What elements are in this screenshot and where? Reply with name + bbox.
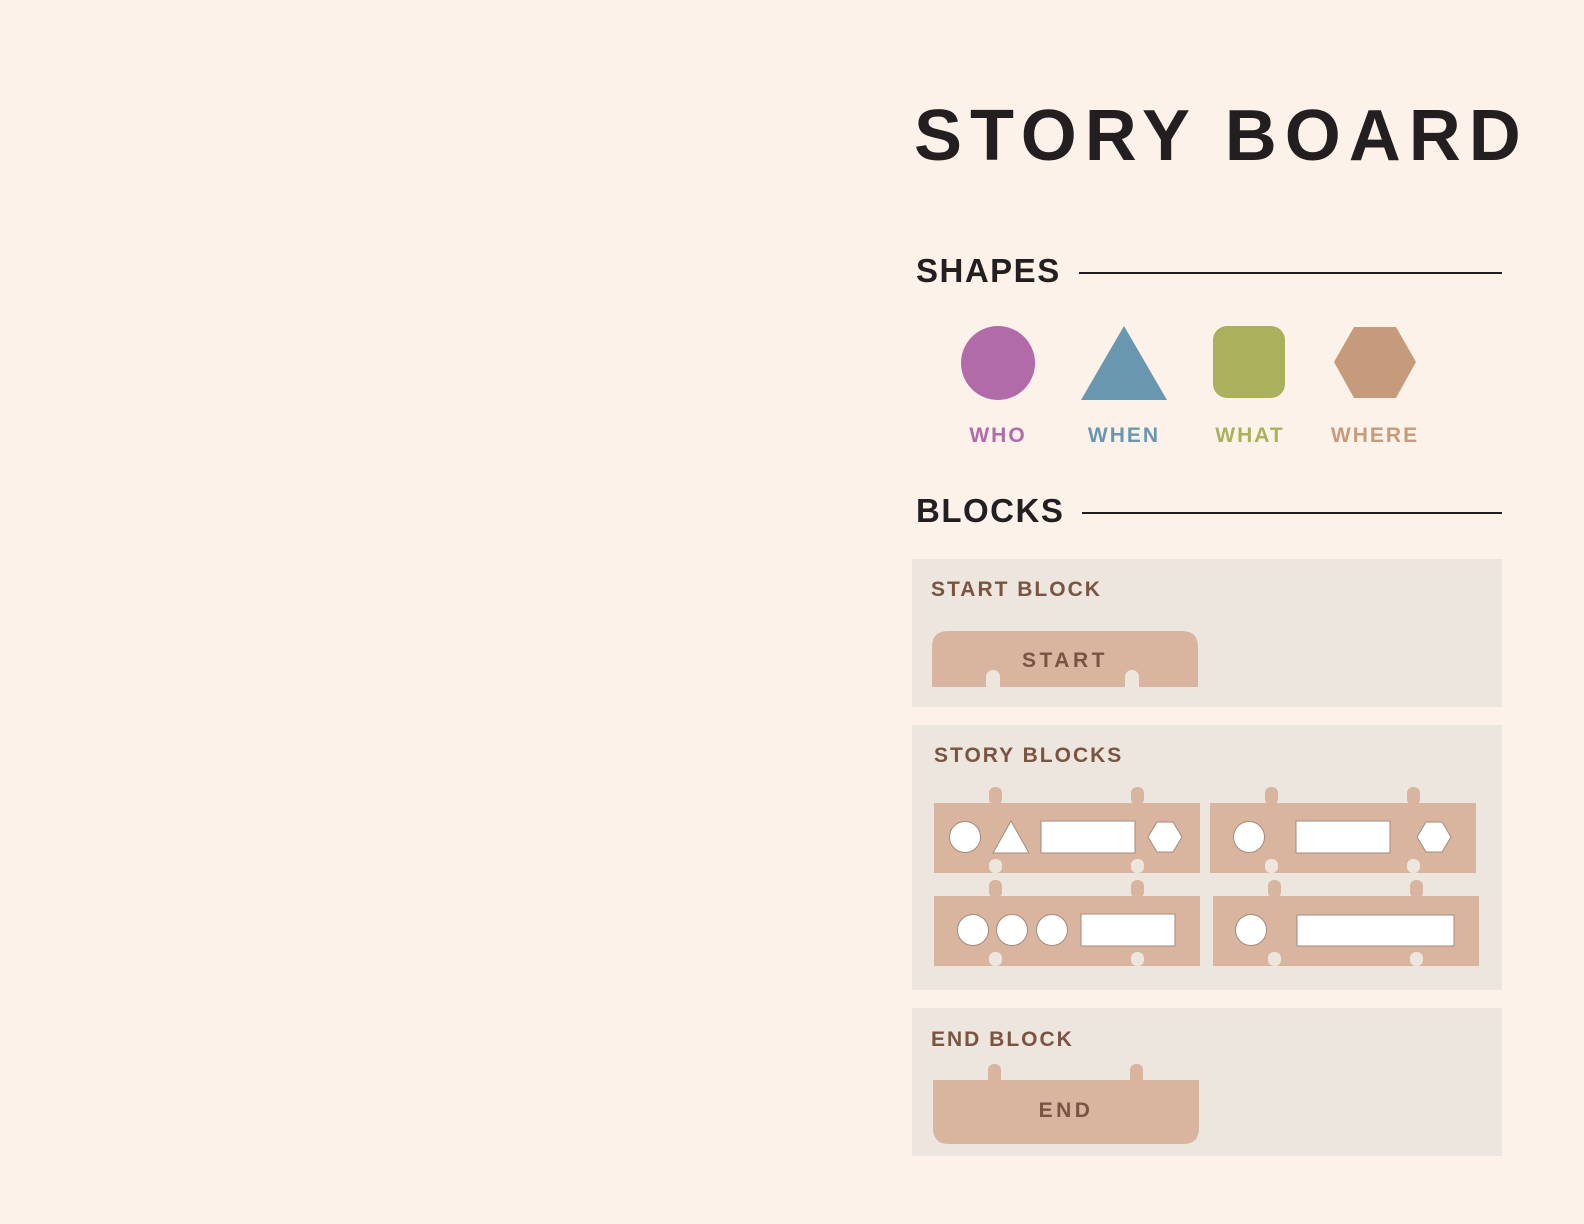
blocks-heading: BLOCKS	[916, 492, 1065, 529]
shapes-section-header: SHAPES	[916, 252, 1502, 290]
circle-slot-icon	[1036, 914, 1068, 946]
start-panel-title: START BLOCK	[931, 578, 1102, 601]
end-block-label: END	[1038, 1099, 1094, 1122]
circle-slot-icon	[996, 914, 1028, 946]
shape-when: WHEN	[1069, 326, 1179, 448]
story-block	[934, 880, 1200, 966]
end-panel-title: END BLOCK	[931, 1028, 1074, 1051]
shape-label-where: WHERE	[1330, 424, 1420, 447]
shapes-heading: SHAPES	[916, 252, 1061, 289]
circle-slot-icon	[949, 821, 981, 853]
rectangle-slot-icon	[1080, 913, 1176, 947]
blocks-section-header: BLOCKS	[916, 492, 1502, 530]
story-block	[1213, 880, 1479, 966]
circle-icon	[961, 326, 1035, 400]
shape-label-who: WHO	[969, 424, 1027, 447]
story-panel-title: STORY BLOCKS	[934, 744, 1124, 767]
shapes-divider	[1078, 272, 1502, 274]
triangle-icon	[1081, 326, 1167, 400]
story-blocks-panel: STORY BLOCKS	[912, 725, 1502, 990]
page-title: STORY BOARD	[914, 96, 1529, 176]
rectangle-slot-icon	[1040, 820, 1136, 854]
story-block	[934, 787, 1200, 873]
circle-slot-icon	[1233, 821, 1265, 853]
start-block-label: START	[1022, 649, 1108, 672]
rectangle-slot-icon	[1295, 820, 1391, 854]
shape-where: WHERE	[1320, 326, 1430, 448]
shape-label-what: WHAT	[1215, 424, 1285, 447]
hexagon-icon	[1334, 327, 1416, 398]
blocks-divider	[1082, 512, 1502, 514]
shape-who: WHO	[943, 326, 1053, 448]
shape-what: WHAT	[1195, 326, 1305, 448]
rectangle-slot-icon	[1296, 914, 1455, 947]
circle-slot-icon	[1235, 914, 1267, 946]
story-block	[1210, 787, 1476, 873]
start-block-panel: START BLOCK START	[912, 559, 1502, 707]
shape-label-when: WHEN	[1087, 424, 1161, 447]
end-block-panel: END BLOCK END	[912, 1008, 1502, 1156]
circle-slot-icon	[957, 914, 989, 946]
rounded-square-icon	[1213, 326, 1285, 398]
